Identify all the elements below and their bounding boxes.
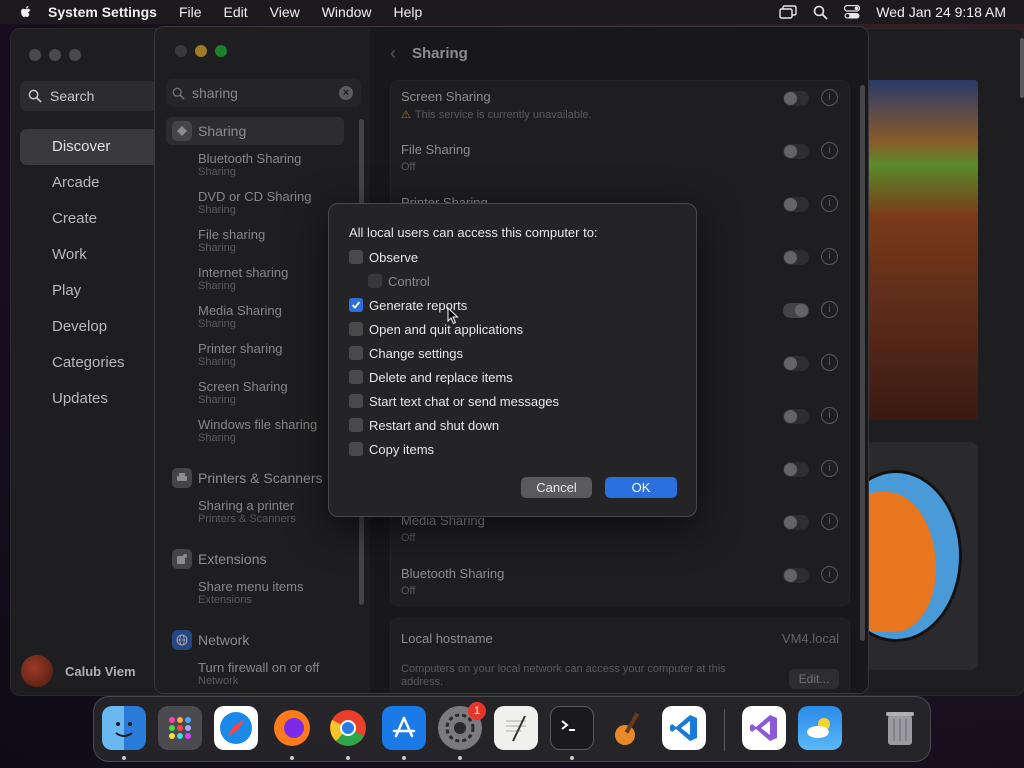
- app-store-search-field[interactable]: Search: [20, 81, 160, 111]
- launchpad-icon[interactable]: [158, 706, 202, 750]
- terminal-icon[interactable]: [550, 706, 594, 750]
- account-button[interactable]: Calub Viem: [21, 655, 136, 687]
- nav-develop[interactable]: Develop: [20, 309, 165, 345]
- checkbox-label: Copy items: [369, 441, 435, 457]
- apple-menu-icon[interactable]: [18, 4, 34, 20]
- menu-edit[interactable]: Edit: [224, 4, 248, 20]
- running-indicator: [570, 756, 574, 760]
- menu-file[interactable]: File: [179, 4, 202, 20]
- chrome-icon[interactable]: [326, 706, 370, 750]
- nav-discover[interactable]: Discover: [20, 129, 165, 165]
- checkbox-label: Start text chat or send messages: [369, 393, 560, 409]
- checkbox-label: Restart and shut down: [369, 417, 500, 433]
- app-menu[interactable]: System Settings: [48, 4, 157, 20]
- dock: 1: [93, 696, 931, 762]
- nav-updates[interactable]: Updates: [20, 381, 165, 417]
- checkbox-box[interactable]: [349, 322, 363, 336]
- checkbox-observe[interactable]: Observe: [349, 247, 418, 267]
- user-name: Calub Viem: [65, 663, 136, 679]
- screen-mirroring-icon[interactable]: [779, 5, 797, 19]
- checkbox-label: Change settings: [369, 345, 463, 361]
- checkbox-restart-shutdown[interactable]: Restart and shut down: [349, 415, 499, 435]
- checkbox-box[interactable]: [349, 250, 363, 264]
- cancel-button[interactable]: Cancel: [521, 477, 592, 498]
- checkbox-box[interactable]: [349, 394, 363, 408]
- dialog-title: All local users can access this computer…: [349, 225, 598, 240]
- nav-play[interactable]: Play: [20, 273, 165, 309]
- checkbox-control[interactable]: Control: [368, 271, 430, 291]
- checkbox-box[interactable]: [349, 298, 363, 312]
- checkbox-label: Control: [388, 273, 430, 289]
- running-indicator: [346, 756, 350, 760]
- textedit-icon[interactable]: [494, 706, 538, 750]
- nav-arcade[interactable]: Arcade: [20, 165, 165, 201]
- checkbox-box[interactable]: [349, 418, 363, 432]
- menu-clock[interactable]: Wed Jan 24 9:18 AM: [876, 4, 1006, 20]
- weather-icon[interactable]: [798, 706, 842, 750]
- running-indicator: [458, 756, 462, 760]
- app-store-scrollbar[interactable]: [1020, 38, 1024, 98]
- checkbox-box[interactable]: [349, 346, 363, 360]
- checkbox-text-chat[interactable]: Start text chat or send messages: [349, 391, 559, 411]
- menu-bar: System Settings File Edit View Window He…: [0, 0, 1024, 24]
- featured-artwork-image[interactable]: [866, 80, 978, 420]
- firefox-icon[interactable]: [270, 706, 314, 750]
- checkmark-icon: [351, 301, 361, 309]
- ok-button[interactable]: OK: [605, 477, 677, 498]
- running-indicator: [290, 756, 294, 760]
- nav-create[interactable]: Create: [20, 201, 165, 237]
- vscode-icon[interactable]: [662, 706, 706, 750]
- checkbox-delete-replace[interactable]: Delete and replace items: [349, 367, 513, 387]
- nav-categories[interactable]: Categories: [20, 345, 165, 381]
- spotlight-search-icon[interactable]: [813, 5, 828, 20]
- notification-badge: 1: [468, 702, 486, 720]
- checkbox-open-quit-apps[interactable]: Open and quit applications: [349, 319, 523, 339]
- app-store-traffic-lights: [29, 49, 81, 61]
- finder-icon[interactable]: [102, 706, 146, 750]
- garageband-icon[interactable]: [606, 706, 650, 750]
- running-indicator: [402, 756, 406, 760]
- app-store-search-label: Search: [50, 88, 95, 104]
- running-indicator: [122, 756, 126, 760]
- access-options-dialog: All local users can access this computer…: [328, 203, 697, 517]
- nav-work[interactable]: Work: [20, 237, 165, 273]
- app-store-icon[interactable]: [382, 706, 426, 750]
- app-store-nav: Discover Arcade Create Work Play Develop…: [20, 129, 165, 417]
- checkbox-change-settings[interactable]: Change settings: [349, 343, 463, 363]
- avatar: [21, 655, 53, 687]
- safari-icon[interactable]: [214, 706, 258, 750]
- visual-studio-icon[interactable]: [742, 706, 786, 750]
- control-center-icon[interactable]: [844, 5, 861, 19]
- menu-window[interactable]: Window: [322, 4, 372, 20]
- checkbox-box[interactable]: [349, 442, 363, 456]
- trash-icon[interactable]: [878, 706, 922, 750]
- menu-help[interactable]: Help: [394, 4, 423, 20]
- checkbox-label: Delete and replace items: [369, 369, 513, 385]
- checkbox-label: Observe: [369, 249, 419, 265]
- checkbox-label: Open and quit applications: [369, 321, 523, 337]
- search-icon: [28, 89, 42, 103]
- featured-globe-image[interactable]: [866, 442, 978, 670]
- checkbox-copy-items[interactable]: Copy items: [349, 439, 434, 459]
- menu-view[interactable]: View: [270, 4, 300, 20]
- checkbox-box[interactable]: [349, 370, 363, 384]
- mouse-cursor-icon: [447, 306, 459, 330]
- checkbox-box[interactable]: [368, 274, 382, 288]
- dock-separator: [724, 709, 725, 751]
